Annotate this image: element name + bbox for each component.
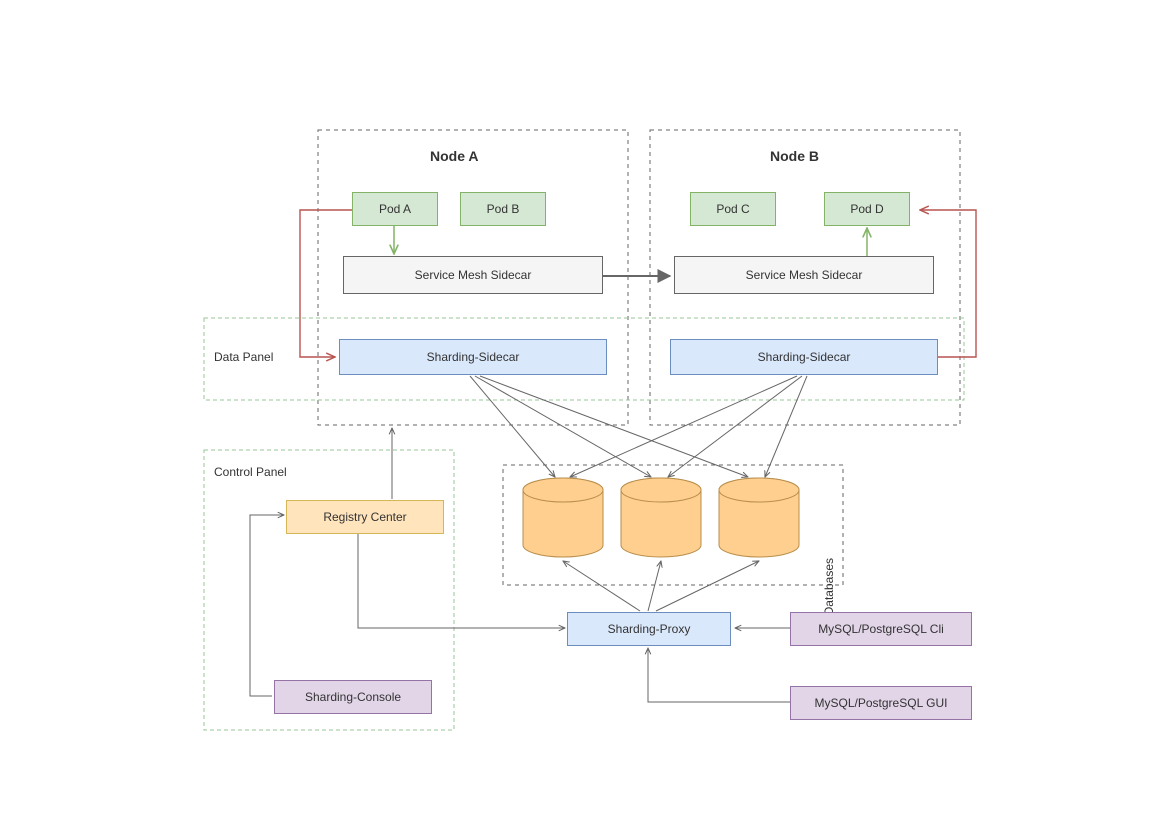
service-mesh-b: Service Mesh Sidecar: [674, 256, 934, 294]
database-icon: [523, 478, 603, 557]
database-icon: [719, 478, 799, 557]
sharding-sidecar-a: Sharding-Sidecar: [339, 339, 607, 375]
pod-b: Pod B: [460, 192, 546, 226]
registry-center: Registry Center: [286, 500, 444, 534]
pod-c: Pod C: [690, 192, 776, 226]
node-b-title: Node B: [770, 148, 819, 164]
svg-layer: [0, 0, 1169, 827]
sharding-sidecar-b: Sharding-Sidecar: [670, 339, 938, 375]
service-mesh-a: Service Mesh Sidecar: [343, 256, 603, 294]
sharding-console: Sharding-Console: [274, 680, 432, 714]
pod-d: Pod D: [824, 192, 910, 226]
node-a-title: Node A: [430, 148, 478, 164]
mysql-gui: MySQL/PostgreSQL GUI: [790, 686, 972, 720]
data-panel-label: Data Panel: [214, 350, 273, 364]
control-panel-label: Control Panel: [214, 465, 287, 479]
database-icon: [621, 478, 701, 557]
sharding-proxy: Sharding-Proxy: [567, 612, 731, 646]
pod-a: Pod A: [352, 192, 438, 226]
diagram-canvas: Node A Pod A Pod B Service Mesh Sidecar …: [0, 0, 1169, 827]
mysql-cli: MySQL/PostgreSQL Cli: [790, 612, 972, 646]
databases-label: Databases: [822, 558, 836, 615]
